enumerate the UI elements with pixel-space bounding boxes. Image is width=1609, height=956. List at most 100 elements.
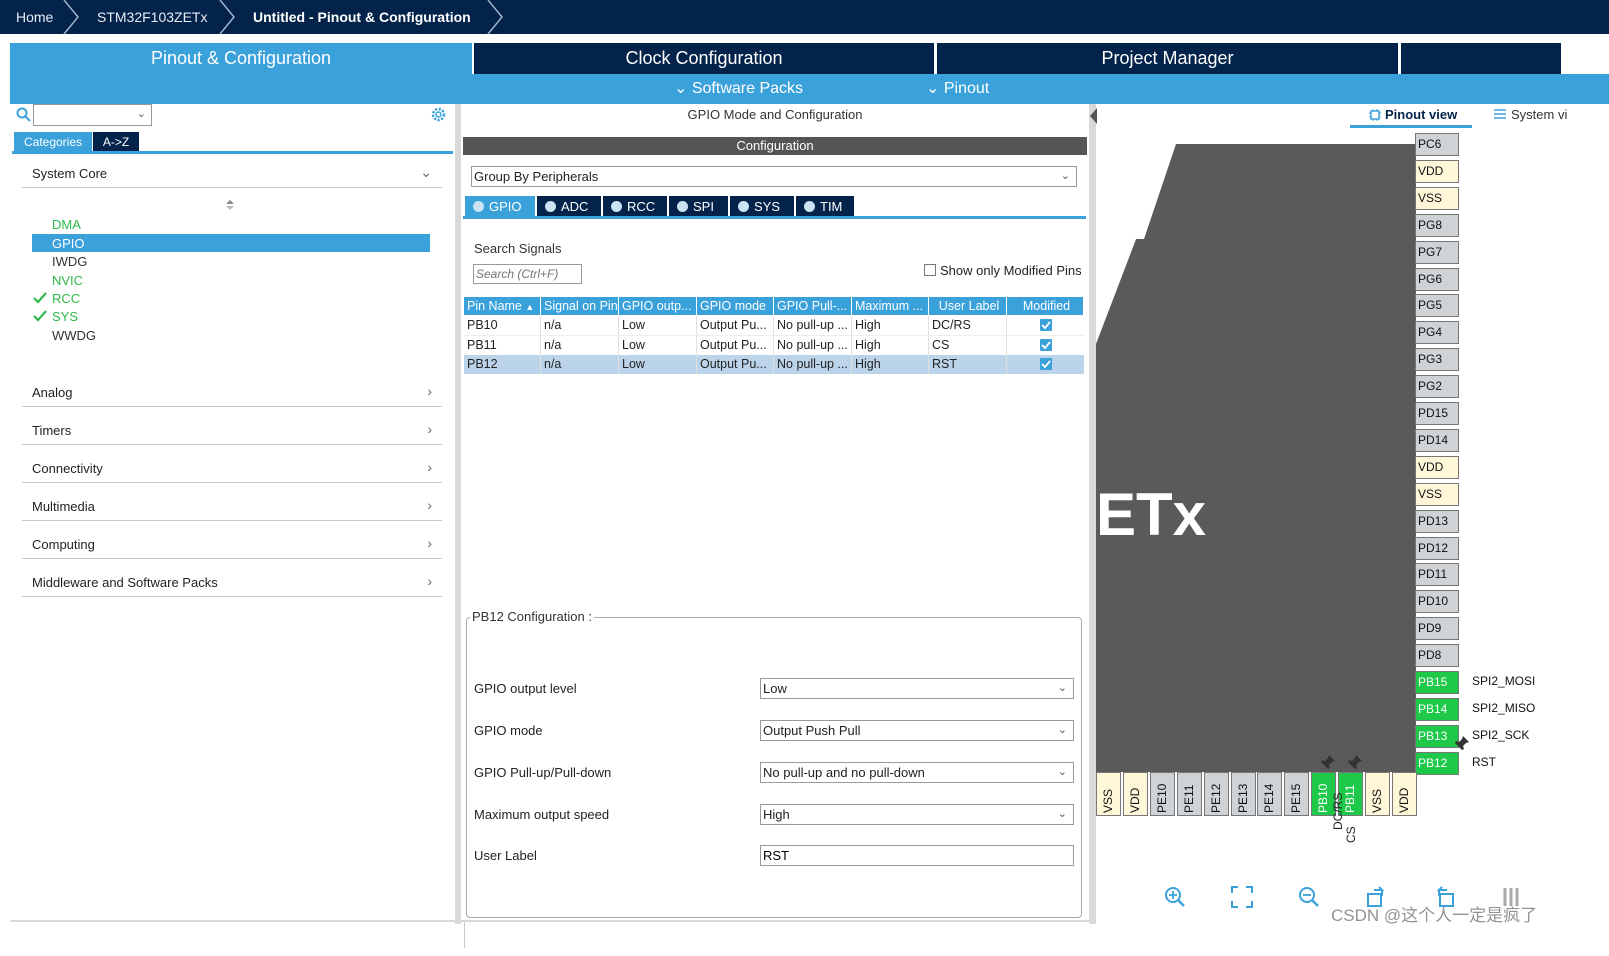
tab-categories[interactable]: Categories bbox=[14, 132, 92, 152]
category-middleware[interactable]: Middleware and Software Packs › bbox=[22, 573, 442, 597]
panel-splitter[interactable] bbox=[1089, 104, 1096, 924]
search-signals-input[interactable] bbox=[473, 264, 582, 284]
output-level-select[interactable]: Low ⌄ bbox=[760, 678, 1074, 699]
user-label-input[interactable] bbox=[760, 845, 1074, 866]
search-icon[interactable] bbox=[16, 107, 31, 122]
pin-pd13[interactable]: PD13 bbox=[1415, 510, 1459, 533]
zoom-out-icon[interactable] bbox=[1298, 886, 1320, 908]
pull-select[interactable]: No pull-up and no pull-down ⌄ bbox=[760, 762, 1074, 783]
column-pin-name[interactable]: Pin Name ▲ bbox=[464, 297, 541, 315]
pin-pe12[interactable]: PE12 bbox=[1204, 772, 1229, 816]
pin-vss[interactable]: VSS bbox=[1415, 187, 1459, 210]
pin-vdd[interactable]: VDD bbox=[1123, 772, 1148, 816]
list-item-wwdg[interactable]: WWDG bbox=[52, 328, 96, 343]
speed-select[interactable]: High ⌄ bbox=[760, 804, 1074, 825]
category-analog[interactable]: Analog › bbox=[22, 383, 442, 407]
search-combobox[interactable]: ⌄ bbox=[33, 104, 152, 126]
modified-checkbox[interactable] bbox=[1040, 358, 1052, 370]
category-connectivity[interactable]: Connectivity › bbox=[22, 459, 442, 483]
column-gpio-output[interactable]: GPIO outp... bbox=[619, 297, 697, 315]
list-item-iwdg[interactable]: IWDG bbox=[52, 254, 87, 269]
gpio-mode-select[interactable]: Output Push Pull ⌄ bbox=[760, 720, 1074, 741]
group-by-select[interactable]: Group By Peripherals ⌄ bbox=[471, 166, 1077, 187]
pin-pe15[interactable]: PE15 bbox=[1284, 772, 1309, 816]
fit-screen-icon[interactable] bbox=[1231, 886, 1253, 908]
category-system-core[interactable]: System Core ⌄ bbox=[22, 164, 442, 188]
tab-adc[interactable]: ADC bbox=[537, 196, 601, 217]
tab-clock-configuration[interactable]: Clock Configuration bbox=[474, 43, 934, 74]
pin-pg7[interactable]: PG7 bbox=[1415, 241, 1459, 264]
pin-pc6[interactable]: PC6 bbox=[1415, 133, 1459, 156]
tab-tim[interactable]: TIM bbox=[796, 196, 854, 217]
gear-icon[interactable] bbox=[430, 106, 447, 123]
pin-pd8[interactable]: PD8 bbox=[1415, 644, 1459, 667]
pin-vdd[interactable]: VDD bbox=[1415, 160, 1459, 183]
breadcrumb-home[interactable]: Home bbox=[16, 0, 53, 34]
pin-pd12[interactable]: PD12 bbox=[1415, 537, 1459, 560]
column-modified[interactable]: Modified bbox=[1007, 297, 1084, 315]
pin-vdd[interactable]: VDD bbox=[1415, 456, 1459, 479]
pin-pb14[interactable]: PB14 bbox=[1415, 698, 1459, 721]
pin-pb12[interactable]: PB12 bbox=[1415, 752, 1459, 775]
pin-pb15[interactable]: PB15 bbox=[1415, 671, 1459, 694]
pin-pd11[interactable]: PD11 bbox=[1415, 563, 1459, 586]
tab-pinout-configuration[interactable]: Pinout & Configuration bbox=[10, 43, 472, 74]
pinout-menu[interactable]: ⌄ Pinout bbox=[926, 74, 989, 104]
breadcrumb-device[interactable]: STM32F103ZETx bbox=[97, 0, 207, 34]
pin-vss[interactable]: VSS bbox=[1415, 483, 1459, 506]
show-modified-checkbox[interactable] bbox=[924, 264, 936, 276]
tab-underline bbox=[1350, 125, 1472, 128]
pin-pe13[interactable]: PE13 bbox=[1231, 772, 1256, 816]
collapse-arrow-icon[interactable] bbox=[1089, 104, 1098, 128]
pin-pd15[interactable]: PD15 bbox=[1415, 402, 1459, 425]
tab-rcc[interactable]: RCC bbox=[603, 196, 667, 217]
system-view-tab[interactable]: System vi bbox=[1511, 107, 1567, 122]
pin-pe14[interactable]: PE14 bbox=[1257, 772, 1282, 816]
modified-checkbox[interactable] bbox=[1040, 319, 1052, 331]
category-multimedia[interactable]: Multimedia › bbox=[22, 497, 442, 521]
category-computing[interactable]: Computing › bbox=[22, 535, 442, 559]
category-label: Timers bbox=[32, 423, 72, 438]
list-item-gpio[interactable]: GPIO bbox=[52, 236, 85, 251]
tab-spi[interactable]: SPI bbox=[669, 196, 728, 217]
column-max-speed[interactable]: Maximum ... bbox=[852, 297, 929, 315]
pin-vss[interactable]: VSS bbox=[1365, 772, 1390, 816]
list-item-nvic[interactable]: NVIC bbox=[52, 273, 83, 288]
pin-pd9[interactable]: PD9 bbox=[1415, 617, 1459, 640]
list-item-gpio-selected[interactable] bbox=[32, 234, 430, 252]
list-item-rcc[interactable]: RCC bbox=[52, 291, 80, 306]
list-item-sys[interactable]: SYS bbox=[52, 309, 78, 324]
pin-pd10[interactable]: PD10 bbox=[1415, 590, 1459, 613]
pin-pb13[interactable]: PB13 bbox=[1415, 725, 1459, 748]
pin-vss[interactable]: VSS bbox=[1096, 772, 1121, 816]
pin-pg3[interactable]: PG3 bbox=[1415, 348, 1459, 371]
table-row-selected[interactable]: PB12 n/a Low Output Pu... No pull-up ...… bbox=[464, 355, 1084, 374]
table-row[interactable]: PB10 n/a Low Output Pu... No pull-up ...… bbox=[464, 316, 1084, 335]
breadcrumb-current[interactable]: Untitled - Pinout & Configuration bbox=[253, 0, 471, 34]
column-gpio-mode[interactable]: GPIO mode bbox=[697, 297, 774, 315]
category-timers[interactable]: Timers › bbox=[22, 421, 442, 445]
pinout-view-tab[interactable]: Pinout view bbox=[1385, 107, 1457, 122]
software-packs-menu[interactable]: ⌄ Software Packs bbox=[674, 74, 803, 104]
pin-vdd[interactable]: VDD bbox=[1392, 772, 1417, 816]
zoom-in-icon[interactable] bbox=[1164, 886, 1186, 908]
pin-pg5[interactable]: PG5 bbox=[1415, 294, 1459, 317]
list-item-dma[interactable]: DMA bbox=[52, 217, 81, 232]
tab-gpio[interactable]: GPIO bbox=[465, 196, 535, 217]
pin-pg4[interactable]: PG4 bbox=[1415, 321, 1459, 344]
column-gpio-pull[interactable]: GPIO Pull-... bbox=[774, 297, 852, 315]
column-user-label[interactable]: User Label bbox=[929, 297, 1007, 315]
tab-sys[interactable]: SYS bbox=[730, 196, 794, 217]
pin-pd14[interactable]: PD14 bbox=[1415, 429, 1459, 452]
pin-pe11[interactable]: PE11 bbox=[1177, 772, 1202, 816]
tab-project-manager[interactable]: Project Manager bbox=[937, 43, 1398, 74]
pin-pe10[interactable]: PE10 bbox=[1150, 772, 1175, 816]
table-row[interactable]: PB11 n/a Low Output Pu... No pull-up ...… bbox=[464, 335, 1084, 355]
tab-a-z[interactable]: A->Z bbox=[93, 132, 139, 152]
modified-checkbox[interactable] bbox=[1040, 339, 1052, 351]
sort-icon[interactable] bbox=[225, 199, 235, 211]
column-signal[interactable]: Signal on Pin bbox=[541, 297, 619, 315]
pin-pg8[interactable]: PG8 bbox=[1415, 214, 1459, 237]
pin-pg6[interactable]: PG6 bbox=[1415, 268, 1459, 291]
pin-pg2[interactable]: PG2 bbox=[1415, 375, 1459, 398]
